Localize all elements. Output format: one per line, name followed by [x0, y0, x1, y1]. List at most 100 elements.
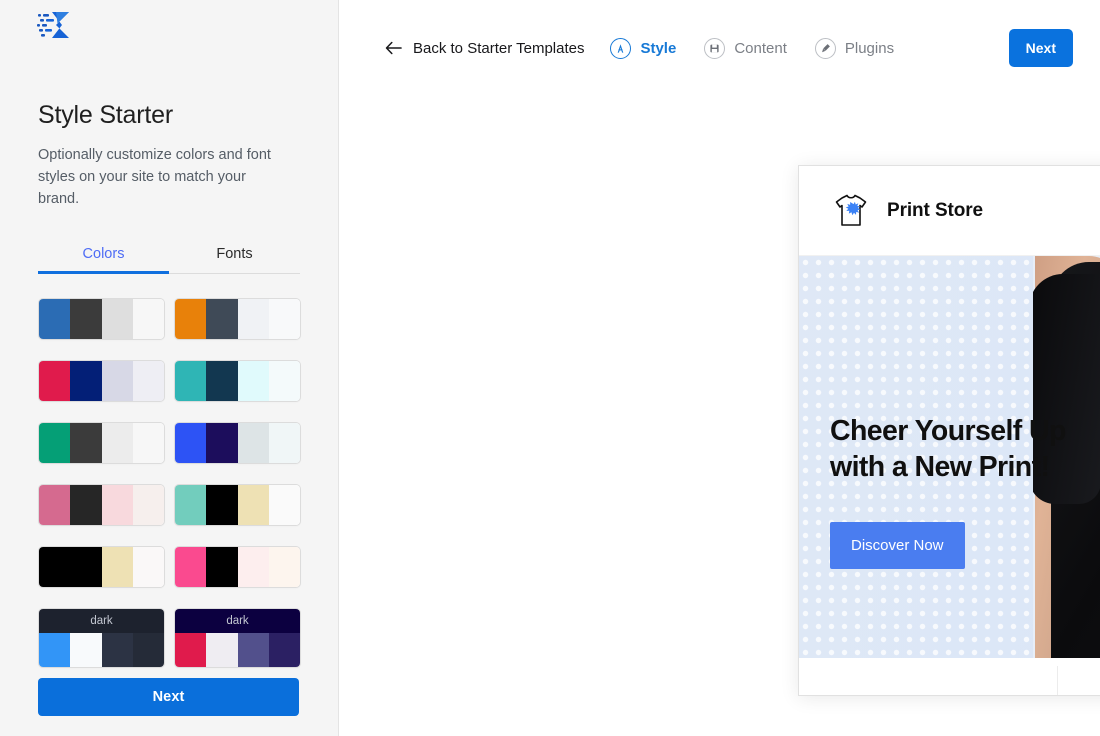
site-footer [799, 658, 1100, 695]
palette-swatch-3[interactable] [38, 359, 165, 402]
hero-content: Cheer Yourself Up with a New Print! Disc… [830, 414, 1090, 569]
palette-color-2 [206, 360, 238, 401]
sidebar: Style Starter Optionally customize color… [0, 0, 339, 736]
palette-color-3 [237, 298, 269, 339]
site-hero: Cheer Yourself Up with a New Print! Disc… [799, 256, 1100, 658]
palette-color-4 [268, 484, 300, 525]
palette-color-3 [237, 360, 269, 401]
nav-step-style-label: Style [640, 39, 677, 57]
palette-swatch-4[interactable] [174, 359, 301, 402]
app-root: Style Starter Optionally customize color… [0, 0, 1100, 736]
palette-color-2 [206, 632, 238, 667]
palette-swatch-12[interactable]: dark [174, 607, 301, 668]
palette-colors [39, 360, 164, 401]
palette-colors [175, 422, 300, 463]
site-header: Print Store [799, 166, 1100, 256]
palette-color-3 [101, 632, 133, 667]
palette-color-3 [101, 422, 133, 463]
palette-color-4 [132, 422, 164, 463]
palette-color-1 [175, 298, 207, 339]
sidebar-tabs: Colors Fonts [38, 236, 300, 274]
style-icon [610, 37, 632, 59]
sidebar-header: Style Starter Optionally customize color… [0, 101, 338, 210]
palette-swatch-5[interactable] [38, 421, 165, 464]
palette-grid: dark dark [0, 274, 338, 668]
palette-color-2 [206, 546, 238, 587]
palette-color-2 [70, 360, 102, 401]
palette-swatch-7[interactable] [38, 483, 165, 526]
palette-swatch-11[interactable]: dark [38, 607, 165, 668]
palette-colors [175, 484, 300, 525]
page-title: Style Starter [38, 101, 173, 129]
nav-step-content[interactable]: Content [704, 37, 787, 59]
palette-colors [39, 298, 164, 339]
preview-area: Print Store Cheer Yourself Up with a New… [339, 96, 1100, 736]
nav-step-plugins[interactable]: Plugins [814, 37, 895, 59]
palette-color-2 [206, 298, 238, 339]
tab-fonts[interactable]: Fonts [169, 236, 300, 273]
palette-color-1 [175, 546, 207, 587]
palette-color-4 [268, 298, 300, 339]
topbar-next-button[interactable]: Next [1008, 29, 1073, 67]
palette-swatch-1[interactable] [38, 297, 165, 340]
palette-colors [39, 422, 164, 463]
palette-color-2 [70, 546, 102, 587]
palette-dark-label: dark [39, 608, 164, 633]
palette-color-3 [237, 632, 269, 667]
palette-dark-label: dark [175, 608, 300, 633]
content-icon [704, 37, 726, 59]
palette-color-3 [237, 546, 269, 587]
palette-color-3 [101, 484, 133, 525]
palette-color-1 [175, 422, 207, 463]
palette-color-2 [70, 484, 102, 525]
nav-step-plugins-label: Plugins [844, 39, 895, 57]
nav-step-style[interactable]: Style [610, 37, 677, 59]
palette-color-3 [237, 484, 269, 525]
palette-color-1 [39, 360, 71, 401]
palette-colors [175, 360, 300, 401]
palette-color-4 [268, 360, 300, 401]
palette-color-4 [268, 422, 300, 463]
palette-color-1 [39, 546, 71, 587]
palette-color-4 [268, 632, 300, 667]
back-to-starter-templates-link[interactable]: Back to Starter Templates [385, 40, 584, 57]
palette-color-1 [175, 484, 207, 525]
palette-color-1 [175, 360, 207, 401]
topbar: Back to Starter Templates Style Content … [339, 0, 1100, 96]
palette-swatch-10[interactable] [174, 545, 301, 588]
palette-color-1 [39, 422, 71, 463]
palette-color-2 [70, 632, 102, 667]
palette-colors [175, 298, 300, 339]
hero-title: Cheer Yourself Up with a New Print! [830, 415, 1066, 483]
site-brand[interactable]: Print Store [829, 189, 983, 233]
palette-color-4 [132, 360, 164, 401]
palette-color-4 [132, 632, 164, 667]
palette-swatch-2[interactable] [174, 297, 301, 340]
site-brand-name: Print Store [887, 199, 984, 221]
nav-step-content-label: Content [734, 39, 787, 57]
hero-discover-now-button[interactable]: Discover Now [830, 521, 965, 569]
page-description: Optionally customize colors and font sty… [38, 146, 271, 207]
palette-color-2 [206, 422, 238, 463]
palette-swatch-9[interactable] [38, 545, 165, 588]
tab-colors[interactable]: Colors [38, 236, 169, 274]
palette-color-4 [132, 484, 164, 525]
palette-color-4 [268, 546, 300, 587]
palette-color-1 [39, 484, 71, 525]
palette-colors [175, 546, 300, 587]
palette-color-1 [39, 298, 71, 339]
palette-color-4 [132, 546, 164, 587]
palette-color-2 [206, 484, 238, 525]
palette-swatch-6[interactable] [174, 421, 301, 464]
sidebar-next-button[interactable]: Next [38, 678, 299, 716]
arrow-left-icon [385, 41, 402, 55]
palette-color-4 [132, 298, 164, 339]
palette-color-3 [237, 422, 269, 463]
kadence-logo[interactable] [0, 0, 338, 58]
palette-colors [175, 632, 300, 667]
palette-swatch-8[interactable] [174, 483, 301, 526]
main-area: Back to Starter Templates Style Content … [339, 0, 1100, 736]
back-link-label: Back to Starter Templates [413, 39, 585, 57]
site-preview-frame: Print Store Cheer Yourself Up with a New… [798, 165, 1100, 696]
palette-color-1 [175, 632, 207, 667]
